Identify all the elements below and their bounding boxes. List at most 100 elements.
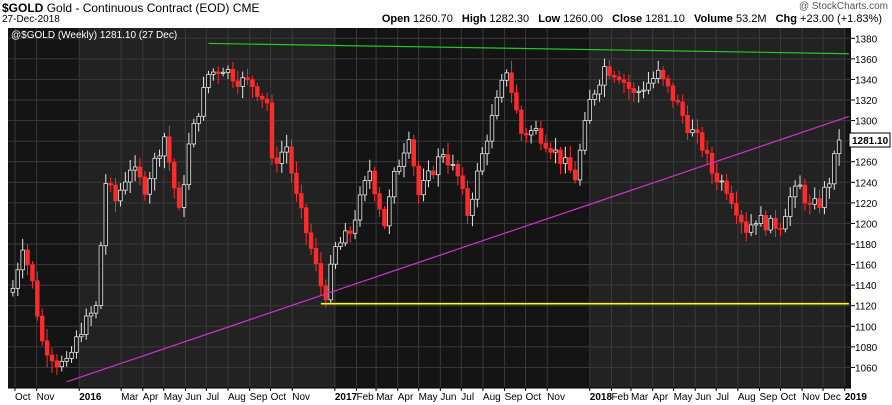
candle-body [157,155,162,159]
candle-body [700,132,705,151]
candle-body [343,230,348,244]
candle-body [304,207,309,234]
candle-body [401,152,407,167]
x-tick-label: 2019 [845,392,868,403]
candle-body [802,184,808,204]
candle-body [440,154,446,158]
candle-body [685,115,690,134]
candle-body [377,193,382,210]
y-tick-label: 1220 [855,199,878,210]
candle-body [245,77,250,81]
candle-body [35,280,40,317]
candle-body [333,246,338,265]
candle-body [260,96,265,100]
candle-body [797,184,803,187]
x-tick-label: Mar [121,392,139,403]
candle-body [641,89,646,92]
x-tick-label: Mar [376,392,394,403]
x-tick-label: Jun [440,392,456,403]
candle-body [10,287,16,293]
close-value: 1281.10 [645,13,685,25]
candle-body [367,170,372,182]
candle-body [460,175,465,189]
x-tick-label: Jun [695,392,711,403]
candle-body [572,169,578,181]
symbol-title: $GOLD Gold - Continuous Contract (EOD) C… [2,1,259,15]
candle-body [607,66,612,76]
candle-body [30,264,35,282]
candle-body [739,214,744,223]
candle-body [651,78,656,84]
candle-body [132,166,138,171]
candle-body [436,156,441,176]
candle-body [670,85,676,101]
candle-body [695,129,700,134]
x-tick-label: Feb [357,392,375,403]
candle-body [484,140,490,155]
candle-body [587,99,592,122]
candle-body [348,230,353,234]
candle-body [416,165,421,196]
candle-body [817,198,822,208]
candle-body [690,129,695,134]
candle-body [612,74,617,78]
candle-body [338,242,343,247]
x-tick-label: Jul [206,392,219,403]
candle-body [352,219,358,234]
x-tick-label: Oct [780,392,796,403]
candle-body [626,82,632,89]
chg-label: Chg [775,13,797,25]
x-tick-label: Mar [631,392,649,403]
candle-body [509,72,514,94]
x-tick-label: Apr [398,392,414,403]
candle-body [753,223,759,226]
candle-body [660,69,666,80]
candle-body [318,263,324,287]
volume-label: Volume [693,13,733,25]
y-tick-label: 1360 [855,55,878,66]
candle-body [719,180,724,183]
candle-body [216,71,221,74]
candle-body [220,71,226,74]
high-value: 1282.30 [489,13,530,25]
candle-body [240,77,245,87]
candle-body [445,154,451,166]
candle-body [792,185,798,198]
x-tick-label: Apr [143,392,159,403]
candle-body [79,333,84,338]
candle-body [827,183,832,188]
candle-body [450,163,456,166]
candle-body [714,172,720,183]
x-tick-label: Aug [738,392,756,403]
chart-header: $GOLD Gold - Continuous Contract (EOD) C… [0,0,892,28]
candle-body [201,87,206,117]
candle-body [724,180,729,194]
price-chart[interactable]: 1060 1080 1100 1120 1140 1160 1180 1200 1220 1240… [0,26,892,405]
x-tick-label: May [164,392,183,403]
ohlc-readout: Open 1260.70 High 1282.30 Low 1260.00 Cl… [382,13,888,25]
candle-body [225,69,231,73]
candle-body [763,214,768,231]
candle-body [54,360,60,368]
high-label: High [461,13,487,25]
y-tick-label: 1380 [855,34,878,45]
candle-body [533,128,539,131]
candle-body [211,71,216,75]
candle-body [807,202,812,205]
x-tick-label: Nov [802,392,820,403]
candle-body [543,142,548,149]
candle-body [264,98,270,104]
candle-body [44,340,50,356]
candle-body [313,247,319,264]
candle-body [455,163,460,177]
candle-body [577,149,583,181]
candle-body [426,170,431,181]
x-tick-label: Jul [716,392,729,403]
candle-body [758,214,764,224]
candle-body [783,216,788,230]
y-tick-label: 1300 [855,117,878,128]
last-price-label: 1281.10 [852,136,889,147]
close-label: Close [612,13,643,25]
candle-body [191,123,196,145]
candle-body [250,79,255,87]
